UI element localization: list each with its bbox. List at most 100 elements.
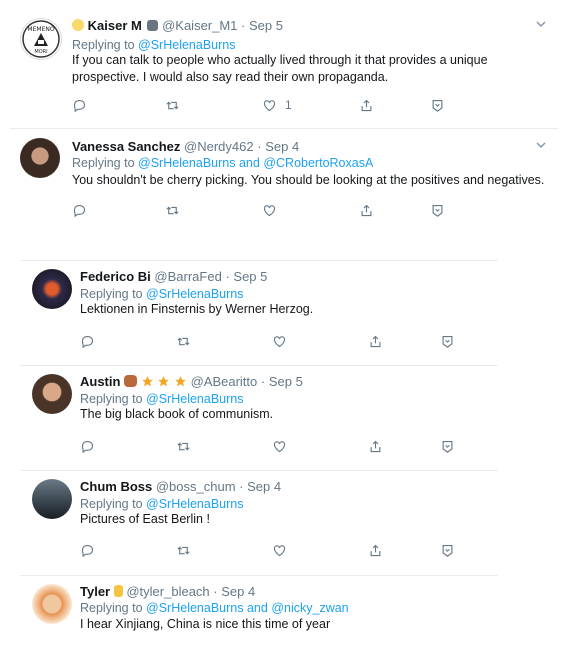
mention-link[interactable]: @SrHelenaBurns xyxy=(146,392,243,406)
like-button[interactable] xyxy=(272,437,287,455)
avatar-logo-icon: MEMENO MORI xyxy=(22,20,60,58)
share-button[interactable] xyxy=(359,201,374,219)
handle[interactable]: @boss_chum xyxy=(156,479,236,494)
hide-reply-button[interactable] xyxy=(440,541,455,559)
reply-button[interactable] xyxy=(80,437,95,455)
separator-dot: · xyxy=(239,479,244,494)
tweet-header: Kaiser M @Kaiser_M1 · Sep 5 xyxy=(72,18,283,34)
tweet[interactable]: Vanessa Sanchez @Nerdy462 · Sep 4 Replyi… xyxy=(0,129,568,232)
display-name[interactable]: Tyler xyxy=(80,584,110,599)
tweet-text: The big black book of communism. xyxy=(80,407,274,421)
tweet-actions: 1 xyxy=(72,96,452,114)
timestamp[interactable]: Sep 4 xyxy=(247,479,281,494)
timestamp[interactable]: Sep 5 xyxy=(233,269,267,284)
separator-dot: · xyxy=(260,374,266,389)
reply-button[interactable] xyxy=(72,96,87,114)
share-button[interactable] xyxy=(359,96,374,114)
tweet[interactable]: Chum Boss @boss_chum · Sep 4 Replying to… xyxy=(20,471,498,575)
mention-link[interactable]: @SrHelenaBurns xyxy=(146,601,243,615)
display-name[interactable]: Vanessa Sanchez xyxy=(72,139,180,154)
retweet-button[interactable] xyxy=(176,332,191,350)
like-button[interactable] xyxy=(272,541,287,559)
tweet[interactable]: Tyler @tyler_bleach · Sep 4 Replying to … xyxy=(20,576,498,649)
reply-button[interactable] xyxy=(80,541,95,559)
share-button[interactable] xyxy=(368,332,383,350)
like-icon xyxy=(273,440,286,452)
caret-down-icon[interactable] xyxy=(535,140,547,150)
caret-down-icon[interactable] xyxy=(535,19,547,29)
tweet-actions xyxy=(80,332,480,350)
reply-button[interactable] xyxy=(72,201,87,219)
star-icon xyxy=(175,376,186,387)
share-icon xyxy=(370,440,381,452)
svg-text:MEMENO: MEMENO xyxy=(27,26,54,33)
handle[interactable]: @Nerdy462 xyxy=(184,139,254,154)
hide-reply-button[interactable] xyxy=(430,201,445,219)
hide-reply-button[interactable] xyxy=(440,437,455,455)
mention-link[interactable]: @SrHelenaBurns xyxy=(138,156,235,170)
retweet-button[interactable] xyxy=(176,437,191,455)
replying-prefix: Replying to xyxy=(72,156,135,170)
handle[interactable]: @tyler_bleach xyxy=(126,584,209,599)
tweet[interactable]: Federico Bi @BarraFed · Sep 5 Replying t… xyxy=(20,261,498,365)
hide-reply-button[interactable] xyxy=(430,96,445,114)
avatar[interactable] xyxy=(32,269,72,309)
mention-link[interactable]: @SrHelenaBurns xyxy=(146,287,243,301)
replying-to: Replying to @SrHelenaBurns xyxy=(80,286,244,302)
like-button[interactable] xyxy=(272,332,287,350)
star-icon xyxy=(141,376,153,387)
share-icon xyxy=(370,335,381,347)
separator-dot: · xyxy=(241,18,246,33)
hand-emoji-icon xyxy=(113,585,123,597)
timestamp[interactable]: Sep 4 xyxy=(265,139,299,154)
share-icon xyxy=(361,99,372,111)
timestamp[interactable]: Sep 5 xyxy=(269,374,303,389)
retweet-button[interactable] xyxy=(176,541,191,559)
display-name[interactable]: Chum Boss xyxy=(80,479,152,494)
handle[interactable]: @ABearitto xyxy=(191,374,258,389)
tweet-header: Chum Boss @boss_chum · Sep 4 xyxy=(80,479,281,495)
replying-to: Replying to @SrHelenaBurns and @CRoberto… xyxy=(72,155,373,171)
mention-link[interactable]: @CRobertoRoxasA xyxy=(263,156,373,170)
reply-icon xyxy=(73,99,86,112)
retweet-button[interactable] xyxy=(165,201,180,219)
avatar[interactable] xyxy=(20,138,60,178)
handle[interactable]: @BarraFed xyxy=(154,269,221,284)
display-name[interactable]: Federico Bi xyxy=(80,269,151,284)
bear-emoji-icon xyxy=(124,375,138,387)
avatar[interactable]: MEMENO MORI xyxy=(20,18,62,60)
retweet-button[interactable] xyxy=(165,96,180,114)
hide-reply-icon xyxy=(442,440,453,453)
hide-reply-icon xyxy=(432,204,443,217)
separator-dot: · xyxy=(213,584,218,599)
avatar[interactable] xyxy=(32,374,72,414)
handle[interactable]: @Kaiser_M1 xyxy=(162,18,237,33)
hide-reply-button[interactable] xyxy=(440,332,455,350)
reply-icon xyxy=(81,335,94,348)
tweet[interactable]: Austin @ABearitto · Sep 5 Replying to @S… xyxy=(20,366,498,470)
like-icon xyxy=(273,544,286,556)
like-button[interactable]: 1 xyxy=(262,96,292,114)
separator-dot: · xyxy=(225,269,230,284)
mention-link[interactable]: @nicky_zwan xyxy=(271,601,348,615)
display-name[interactable]: Kaiser M xyxy=(88,18,142,33)
share-button[interactable] xyxy=(368,437,383,455)
timestamp[interactable]: Sep 5 xyxy=(249,18,283,33)
reply-button[interactable] xyxy=(80,332,95,350)
like-icon xyxy=(263,204,276,216)
share-button[interactable] xyxy=(368,541,383,559)
like-button[interactable] xyxy=(262,201,277,219)
tweet[interactable]: MEMENO MORI Kaiser M @Kaiser_M1 · Sep 5 … xyxy=(0,0,568,128)
mention-link[interactable]: @SrHelenaBurns xyxy=(138,38,235,52)
replying-prefix: Replying to xyxy=(80,392,143,406)
avatar[interactable] xyxy=(32,479,72,519)
replying-prefix: Replying to xyxy=(80,287,143,301)
replying-and: and xyxy=(238,156,260,170)
tweet-text: I hear Xinjiang, China is nice this time… xyxy=(80,617,331,631)
replying-to: Replying to @SrHelenaBurns xyxy=(72,37,236,53)
share-icon xyxy=(361,204,372,216)
avatar[interactable] xyxy=(32,584,72,624)
display-name[interactable]: Austin xyxy=(80,374,120,389)
timestamp[interactable]: Sep 4 xyxy=(221,584,255,599)
mention-link[interactable]: @SrHelenaBurns xyxy=(146,497,243,511)
